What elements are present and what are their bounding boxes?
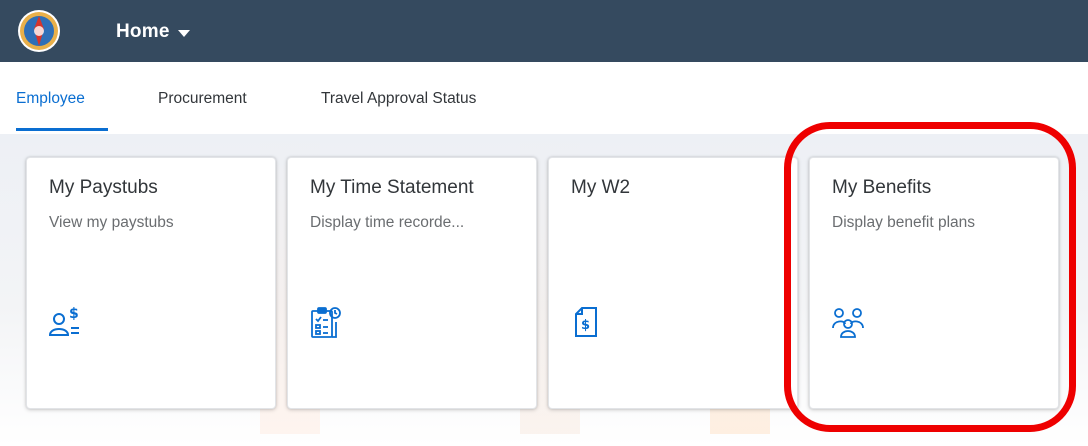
tile-subtitle: Display time recorde...	[310, 214, 465, 231]
tab-procurement[interactable]: Procurement	[158, 90, 247, 108]
tile-title: My Benefits	[832, 177, 932, 198]
tile-subtitle: View my paystubs	[49, 214, 174, 231]
tile-title: My W2	[571, 177, 631, 198]
time-statement-icon	[311, 307, 341, 338]
tile-container: My Paystubs View my paystubs $ My Time S…	[0, 134, 1088, 446]
shell-bar: Home	[0, 0, 1088, 62]
svg-text:$: $	[581, 318, 590, 333]
paystub-icon: $	[48, 306, 79, 336]
tile-title: My Paystubs	[49, 177, 158, 198]
benefits-group-icon	[832, 308, 864, 338]
tile-my-time-statement[interactable]: My Time Statement Display time recorde..…	[287, 157, 537, 409]
svg-text:$: $	[69, 306, 79, 322]
tile-my-paystubs[interactable]: My Paystubs View my paystubs $	[26, 157, 276, 409]
tile-title: My Time Statement	[310, 177, 474, 198]
tile-subtitle: Display benefit plans	[832, 214, 976, 231]
active-tab-indicator	[16, 128, 108, 131]
w2-document-icon: $	[575, 307, 597, 337]
tile-my-benefits[interactable]: My Benefits Display benefit plans	[809, 157, 1059, 409]
tab-employee[interactable]: Employee	[16, 90, 85, 108]
tab-bar: Employee Procurement Travel Approval Sta…	[0, 62, 1088, 134]
tile-my-w2[interactable]: My W2 $	[548, 157, 798, 409]
home-menu-button[interactable]: Home	[116, 18, 190, 46]
caret-down-icon	[177, 29, 190, 37]
logo-icon[interactable]	[17, 9, 61, 53]
tab-travel-approval-status[interactable]: Travel Approval Status	[321, 90, 476, 108]
home-menu-label: Home	[116, 21, 170, 42]
